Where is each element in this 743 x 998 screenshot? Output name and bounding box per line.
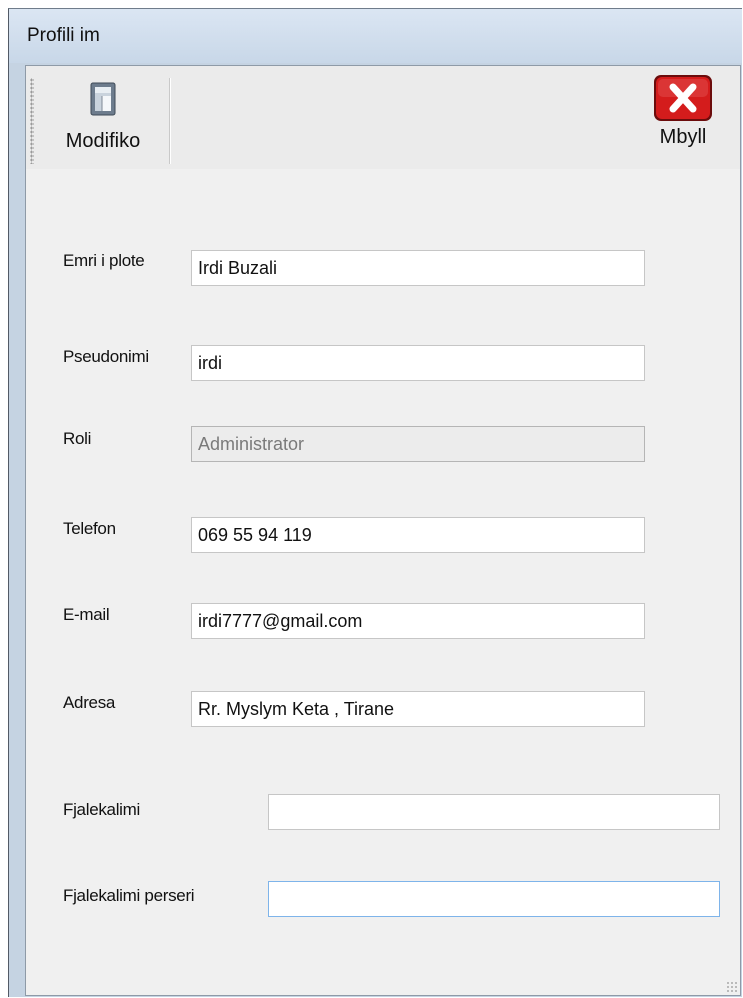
toolbar-grip[interactable] <box>30 78 34 164</box>
document-edit-icon <box>90 82 116 116</box>
toolbar-separator <box>169 78 171 164</box>
phone-label: Telefon <box>63 519 116 538</box>
modify-button[interactable]: Modifiko <box>38 74 168 166</box>
password-repeat-label: Fjalekalimi perseri <box>63 886 195 905</box>
role-label: Roli <box>63 429 92 448</box>
full-name-label: Emri i plote <box>63 251 145 270</box>
window-client-area: Modifiko Mbyll Emri i plote Pseudonimi R… <box>25 65 741 996</box>
nickname-label: Pseudonimi <box>63 347 149 366</box>
close-label: Mbyll <box>659 126 707 148</box>
address-field[interactable] <box>191 691 645 727</box>
address-label: Adresa <box>63 693 116 712</box>
title-bar[interactable]: Profili im <box>9 9 742 63</box>
resize-grip[interactable] <box>726 981 738 993</box>
phone-field[interactable] <box>191 517 645 553</box>
password-label: Fjalekalimi <box>63 800 140 819</box>
window-title: Profili im <box>27 25 100 46</box>
close-icon <box>654 75 712 121</box>
close-button[interactable]: Mbyll <box>638 74 728 166</box>
email-label: E-mail <box>63 605 110 624</box>
password-field[interactable] <box>268 794 720 830</box>
profile-window: Profili im Modifiko Mbyll Emri i plote I… <box>8 8 742 997</box>
full-name-field[interactable] <box>191 250 645 286</box>
email-field[interactable] <box>191 603 645 639</box>
modify-label: Modifiko <box>65 130 141 152</box>
password-repeat-field[interactable] <box>268 881 720 917</box>
nickname-field[interactable] <box>191 345 645 381</box>
toolbar: Modifiko Mbyll <box>26 66 740 169</box>
role-field <box>191 426 645 462</box>
